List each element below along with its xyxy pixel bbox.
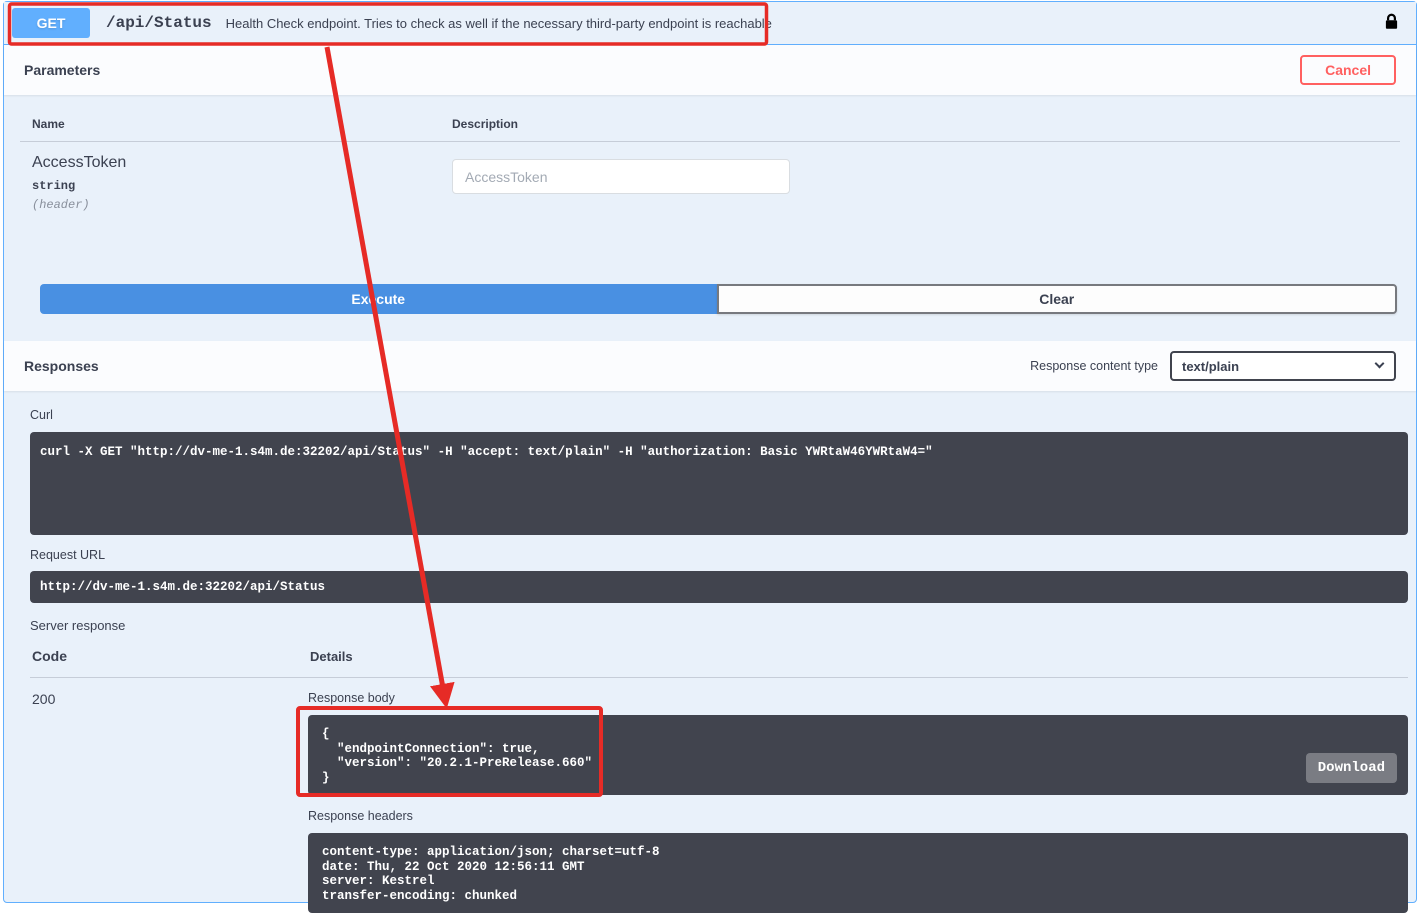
details-column-header: Details [310, 649, 1408, 664]
status-code: 200 [30, 691, 308, 913]
server-response-row: 200 Response body { "endpointConnection"… [30, 678, 1408, 913]
request-url: http://dv-me-1.s4m.de:32202/api/Status [40, 580, 1398, 595]
operation-panel-get-status: GET /api/Status Health Check endpoint. T… [3, 1, 1417, 903]
request-url-block: http://dv-me-1.s4m.de:32202/api/Status [30, 571, 1408, 603]
column-header-description: Description [452, 117, 1388, 131]
response-body-block: { "endpointConnection": true, "version":… [308, 715, 1408, 795]
auth-lock-button[interactable] [1381, 10, 1402, 37]
parameters-section-header: Parameters Cancel [4, 45, 1416, 95]
response-headers-block: content-type: application/json; charset=… [308, 833, 1408, 913]
parameters-title: Parameters [24, 62, 100, 78]
parameter-name: AccessToken [32, 154, 452, 172]
execute-row: Execute Clear [40, 284, 1397, 314]
curl-label: Curl [30, 408, 1408, 422]
response-body-label: Response body [308, 691, 1408, 705]
column-header-name: Name [32, 117, 452, 131]
parameter-row: AccessToken string (header) [20, 142, 1400, 224]
parameter-location: (header) [32, 198, 452, 212]
curl-command-block: curl -X GET "http://dv-me-1.s4m.de:32202… [30, 432, 1408, 535]
lock-icon [1383, 20, 1400, 35]
response-body: { "endpointConnection": true, "version":… [322, 727, 1394, 785]
response-content-type-label: Response content type [1030, 359, 1158, 373]
operation-summary[interactable]: GET /api/Status Health Check endpoint. T… [4, 2, 1416, 45]
responses-content: Curl curl -X GET "http://dv-me-1.s4m.de:… [4, 391, 1416, 913]
parameters-table: Name Description AccessToken string (hea… [4, 95, 1416, 224]
code-column-header: Code [32, 648, 310, 664]
cancel-button[interactable]: Cancel [1300, 55, 1396, 85]
endpoint-description: Health Check endpoint. Tries to check as… [226, 16, 772, 31]
server-response-table-header: Code Details [30, 633, 1408, 678]
response-headers: content-type: application/json; charset=… [322, 845, 1394, 903]
parameter-type: string [32, 179, 452, 193]
http-method-badge: GET [12, 8, 90, 38]
response-content-type-select[interactable]: text/plain [1170, 351, 1396, 381]
responses-section-header: Responses Response content type text/pla… [4, 341, 1416, 391]
parameters-table-header: Name Description [20, 111, 1400, 142]
responses-title: Responses [24, 358, 99, 374]
curl-command: curl -X GET "http://dv-me-1.s4m.de:32202… [40, 445, 1398, 460]
execute-button[interactable]: Execute [40, 284, 717, 314]
clear-button[interactable]: Clear [717, 284, 1398, 314]
server-response-label: Server response [30, 618, 1408, 633]
download-button[interactable]: Download [1306, 753, 1397, 783]
endpoint-path: /api/Status [106, 14, 212, 32]
request-url-label: Request URL [30, 548, 1408, 562]
access-token-input[interactable] [452, 159, 790, 194]
response-headers-label: Response headers [308, 809, 1408, 823]
